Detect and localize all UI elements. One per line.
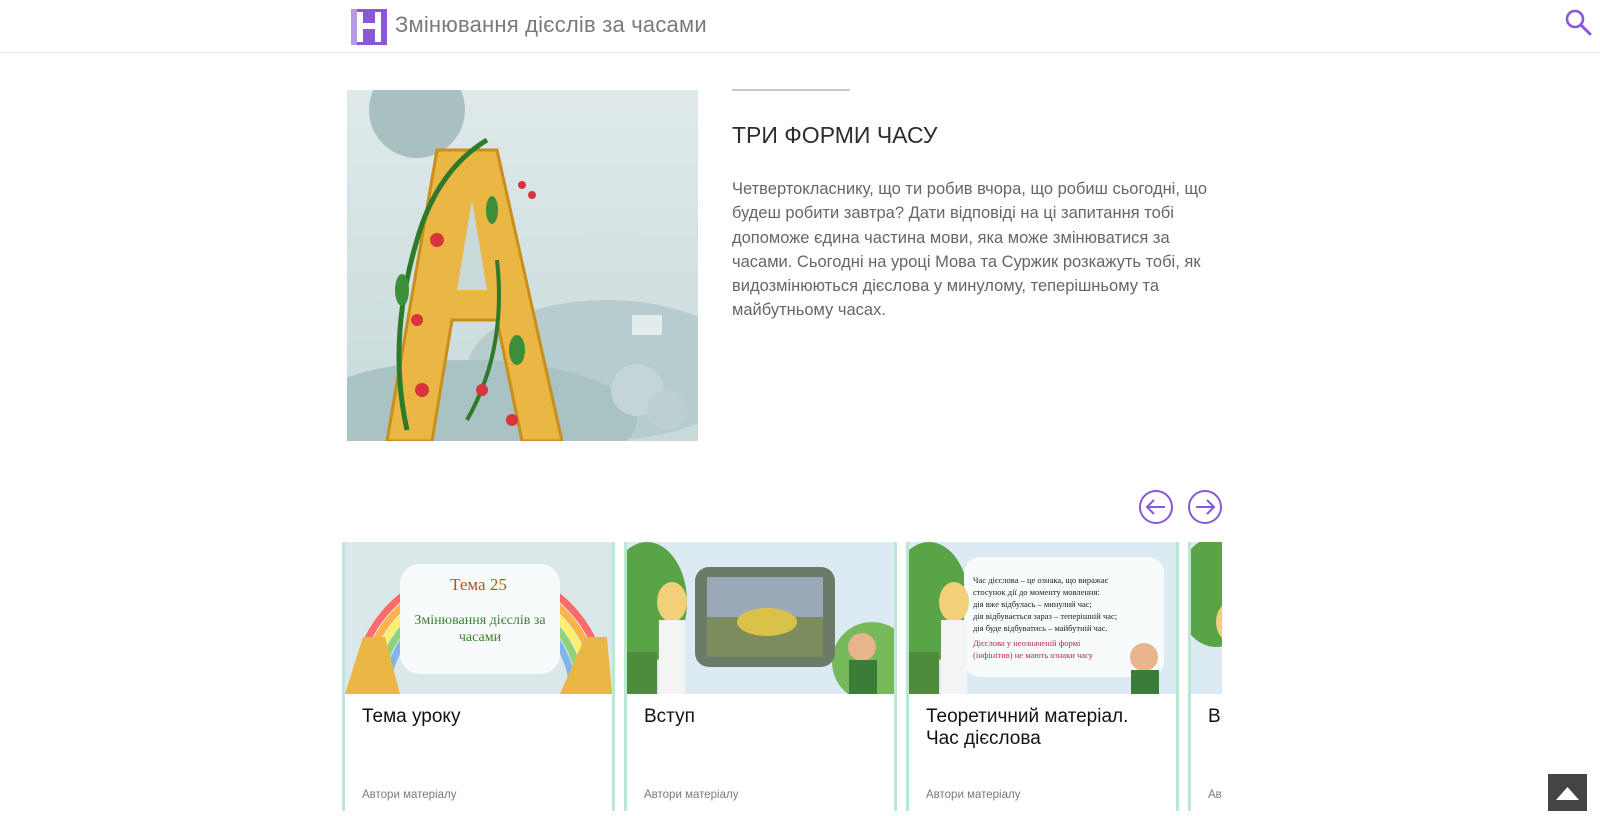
- slide-thumbnail: [627, 542, 894, 694]
- slide-text-line: дія вже відбулась – минулий час;: [973, 599, 1092, 609]
- slide-authors-link[interactable]: Автори матеріалу: [926, 789, 1020, 801]
- arrow-right-circle-icon[interactable]: [1187, 489, 1223, 525]
- slide-text-line: Час дієслова – це ознака, що виражає: [973, 575, 1109, 585]
- slide-thumbnail: Час дієслова – це ознака, що виражає сто…: [909, 542, 1176, 694]
- slide-card[interactable]: Вступ Автори матеріалу: [624, 542, 897, 811]
- slide-authors-link[interactable]: Автори матеріалу: [644, 789, 738, 801]
- slide-text-line: дія буде відбуватись – майбутній час.: [973, 623, 1108, 633]
- top-bar: Змінювання дієслів за часами: [0, 0, 1600, 53]
- slide-card[interactable]: Час дієслова – це ознака, що виражає сто…: [906, 542, 1179, 811]
- page-title: Змінювання дієслів за часами: [395, 12, 707, 37]
- lesson-heading: ТРИ ФОРМИ ЧАСУ: [732, 122, 938, 148]
- slide-text-line: стосунок дії до моменту мовлення:: [973, 587, 1100, 597]
- search-icon[interactable]: [1564, 8, 1592, 36]
- slide-card[interactable]: Тема 25 Змінювання дієслів за часами Тем…: [342, 542, 615, 811]
- slide-title: Вступ: [644, 706, 695, 727]
- slides-carousel[interactable]: Тема 25 Змінювання дієслів за часами Тем…: [340, 540, 1222, 811]
- slide-text-line: дія відбувається зараз – теперішній час;: [973, 611, 1118, 621]
- slide-authors-link[interactable]: Автори матеріалу: [1208, 789, 1222, 801]
- slide-title: Тема уроку: [362, 706, 461, 727]
- slide-authors-link[interactable]: Автори матеріалу: [362, 789, 456, 801]
- slide-title: Вправа: [1208, 706, 1222, 727]
- scroll-to-top-button[interactable]: [1548, 774, 1587, 811]
- title-divider: [732, 89, 850, 91]
- chevron-up-icon: [1556, 787, 1579, 800]
- slide-title: Теоретичний матеріал. Час дієслова: [926, 706, 1129, 749]
- slide-card[interactable]: Вправа Автори матеріалу: [1188, 542, 1222, 811]
- lesson-description: Четвертокласнику, що ти робив вчора, що …: [732, 180, 1208, 320]
- slide-thumbnail: [1191, 542, 1222, 694]
- arrow-left-circle-icon[interactable]: [1138, 489, 1174, 525]
- slide-thumbnail: Тема 25 Змінювання дієслів за часами: [345, 542, 612, 694]
- slide-topic: Тема 25: [450, 575, 507, 594]
- hromadske-logo-icon[interactable]: [351, 9, 387, 45]
- lesson-hero-image: [347, 90, 698, 441]
- slide-text-line: Дієслова у неозначеній формі: [973, 638, 1081, 648]
- slide-text-line: (інфінітив) не мають ознаки часу: [973, 650, 1093, 660]
- slide-caption: Змінювання дієслів за часами: [414, 613, 546, 645]
